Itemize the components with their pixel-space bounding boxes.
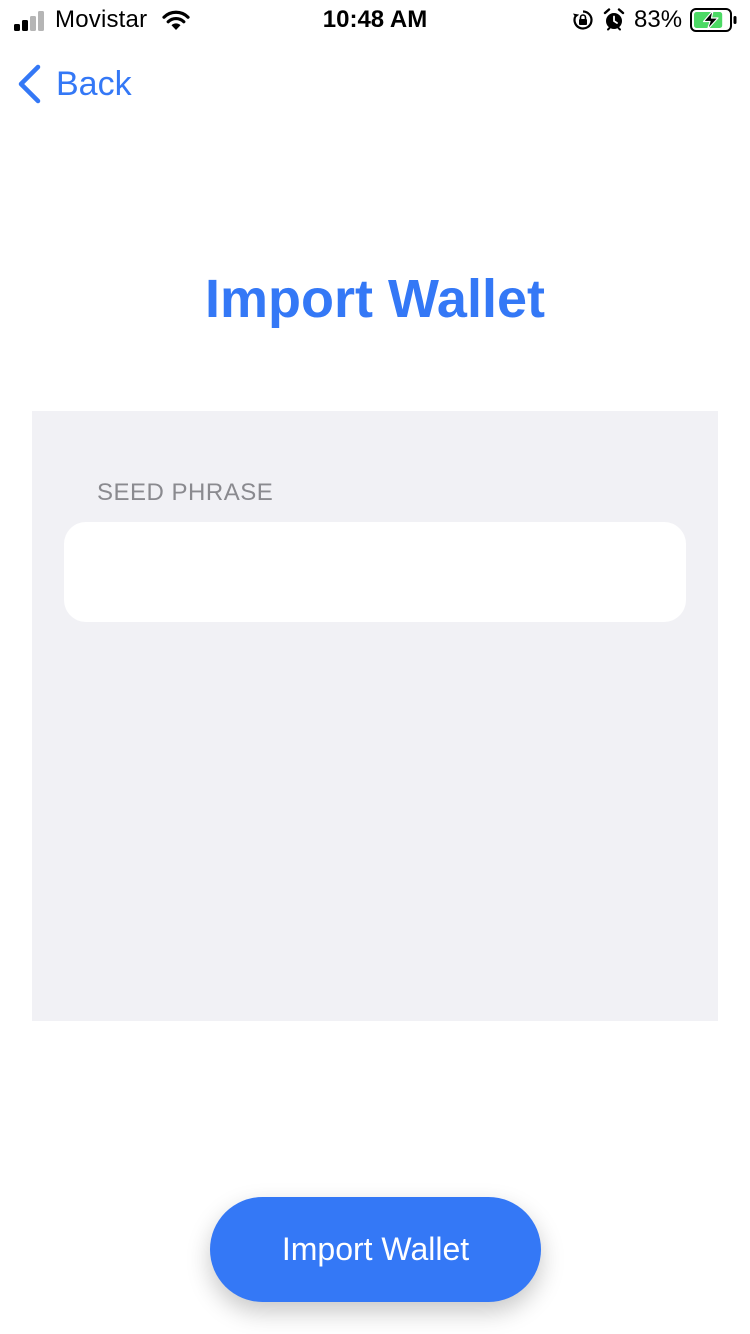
status-bar: Movistar 10:48 AM 83% <box>0 0 750 40</box>
seed-phrase-input[interactable] <box>64 522 686 622</box>
seed-form-panel: SEED PHRASE <box>32 411 718 1021</box>
alarm-icon <box>603 8 625 31</box>
import-wallet-screen: Movistar 10:48 AM 83% Back Import Wallet… <box>0 0 750 1334</box>
seed-phrase-label: SEED PHRASE <box>97 479 274 506</box>
import-wallet-button[interactable]: Import Wallet <box>210 1197 541 1302</box>
rotation-lock-icon <box>573 10 593 30</box>
back-label: Back <box>56 64 132 103</box>
battery-percent: 83% <box>634 6 683 33</box>
battery-charging-icon <box>690 8 737 32</box>
page-title: Import Wallet <box>204 269 545 329</box>
back-button[interactable]: Back <box>16 62 132 106</box>
chevron-left-icon <box>18 64 41 104</box>
